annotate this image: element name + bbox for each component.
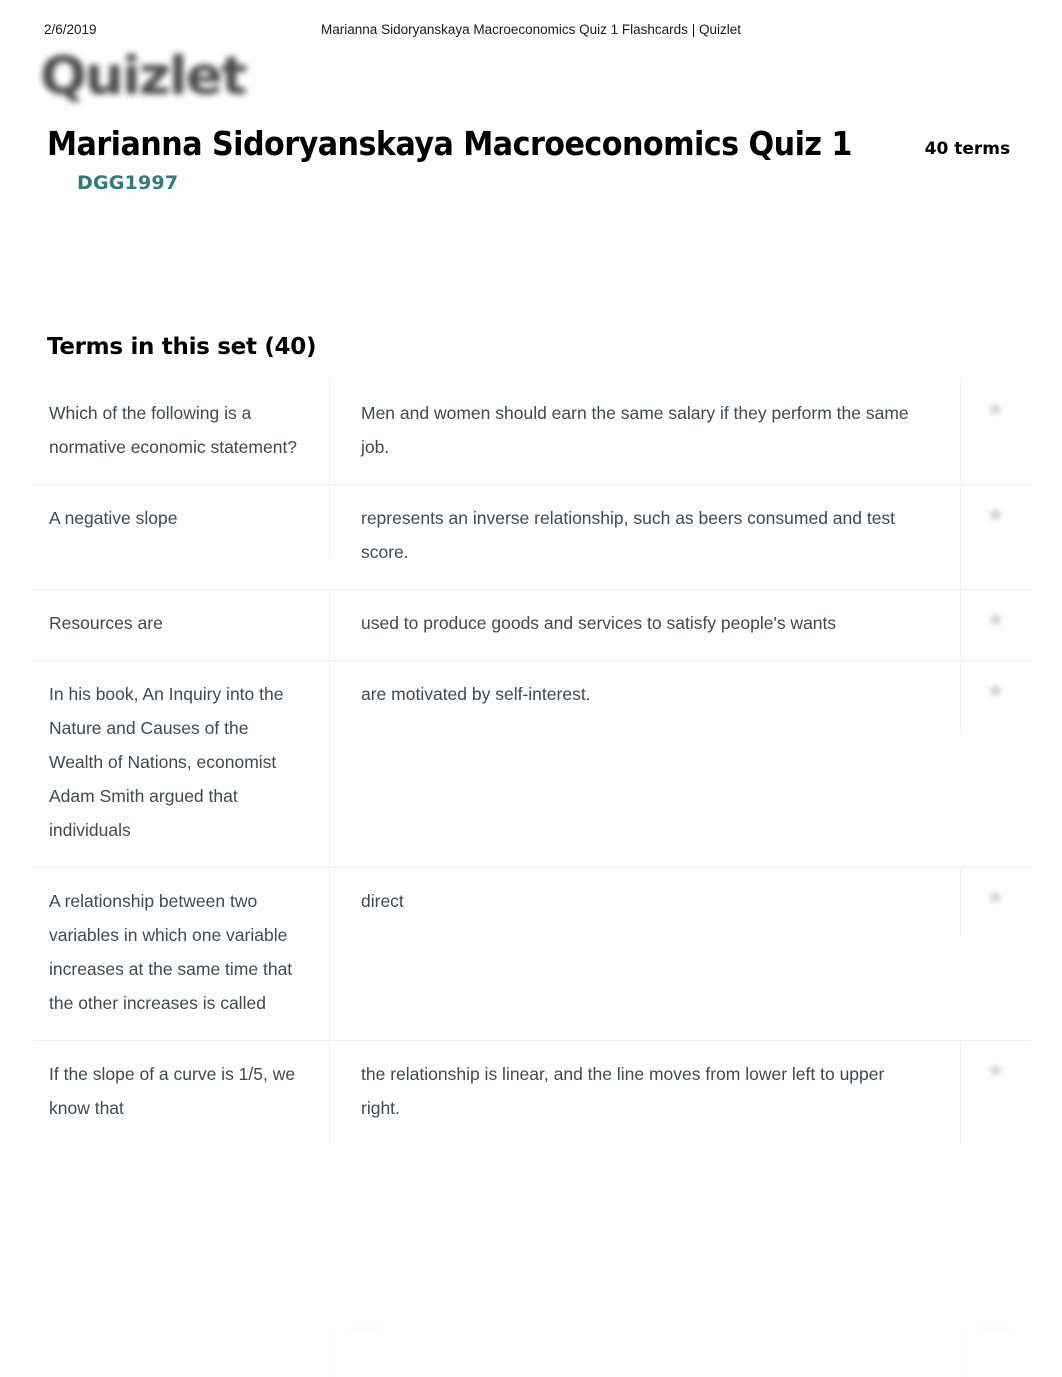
row-actions[interactable] [961, 485, 1030, 531]
term-text: A negative slope [33, 485, 330, 555]
page-break-row-top-right [975, 1328, 1013, 1332]
term-text: A relationship between two variables in … [33, 868, 330, 1040]
definition-text: direct [330, 868, 961, 938]
star-icon[interactable] [986, 400, 1005, 419]
definition-text: the relationship is linear, and the line… [330, 1041, 961, 1145]
definition-text: used to produce goods and services to sa… [330, 590, 961, 660]
table-row[interactable]: Which of the following is a normative ec… [33, 380, 1030, 485]
table-row[interactable]: In his book, An Inquiry into the Nature … [33, 661, 1030, 868]
star-icon[interactable] [986, 1061, 1005, 1080]
term-text: In his book, An Inquiry into the Nature … [33, 661, 330, 867]
star-icon[interactable] [986, 681, 1005, 700]
row-actions[interactable] [961, 868, 1030, 914]
row-actions[interactable] [961, 380, 1030, 426]
star-icon[interactable] [986, 505, 1005, 524]
quizlet-wordmark-icon: Quizlet [40, 46, 247, 107]
star-icon[interactable] [986, 610, 1005, 629]
page-break-artifact [0, 1328, 1062, 1377]
quizlet-logo[interactable]: Quizlet [40, 42, 340, 112]
definition-text: are motivated by self-interest. [330, 661, 961, 731]
print-header: 2/6/2019 Marianna Sidoryanskaya Macroeco… [0, 22, 1062, 40]
term-count-badge: 40 terms [924, 139, 1011, 159]
print-document-title: Marianna Sidoryanskaya Macroeconomics Qu… [321, 22, 741, 37]
terms-heading: Terms in this set (40) [47, 334, 317, 360]
table-row[interactable]: A negative slope represents an inverse r… [33, 485, 1030, 590]
term-text: Which of the following is a normative ec… [33, 380, 330, 484]
row-actions[interactable] [961, 1041, 1030, 1087]
definition-text: represents an inverse relationship, such… [330, 485, 961, 589]
table-row[interactable]: If the slope of a curve is 1/5, we know … [33, 1041, 1030, 1145]
terms-table: Which of the following is a normative ec… [33, 380, 1030, 1145]
page-break-divider-left [333, 1328, 336, 1377]
page-break-divider-right [962, 1328, 965, 1377]
page-break-row-top-left [349, 1328, 385, 1332]
definition-text: Men and women should earn the same salar… [330, 380, 961, 484]
table-row[interactable]: A relationship between two variables in … [33, 868, 1030, 1041]
set-author-link[interactable]: DGG1997 [77, 166, 178, 200]
term-text: If the slope of a curve is 1/5, we know … [33, 1041, 330, 1145]
set-header: Marianna Sidoryanskaya Macroeconomics Qu… [47, 122, 1027, 194]
page-title: Marianna Sidoryanskaya Macroeconomics Qu… [47, 124, 852, 163]
table-row[interactable]: Resources are used to produce goods and … [33, 590, 1030, 661]
star-icon[interactable] [986, 888, 1005, 907]
term-text: Resources are [33, 590, 330, 660]
row-actions[interactable] [961, 661, 1030, 707]
row-actions[interactable] [961, 590, 1030, 636]
